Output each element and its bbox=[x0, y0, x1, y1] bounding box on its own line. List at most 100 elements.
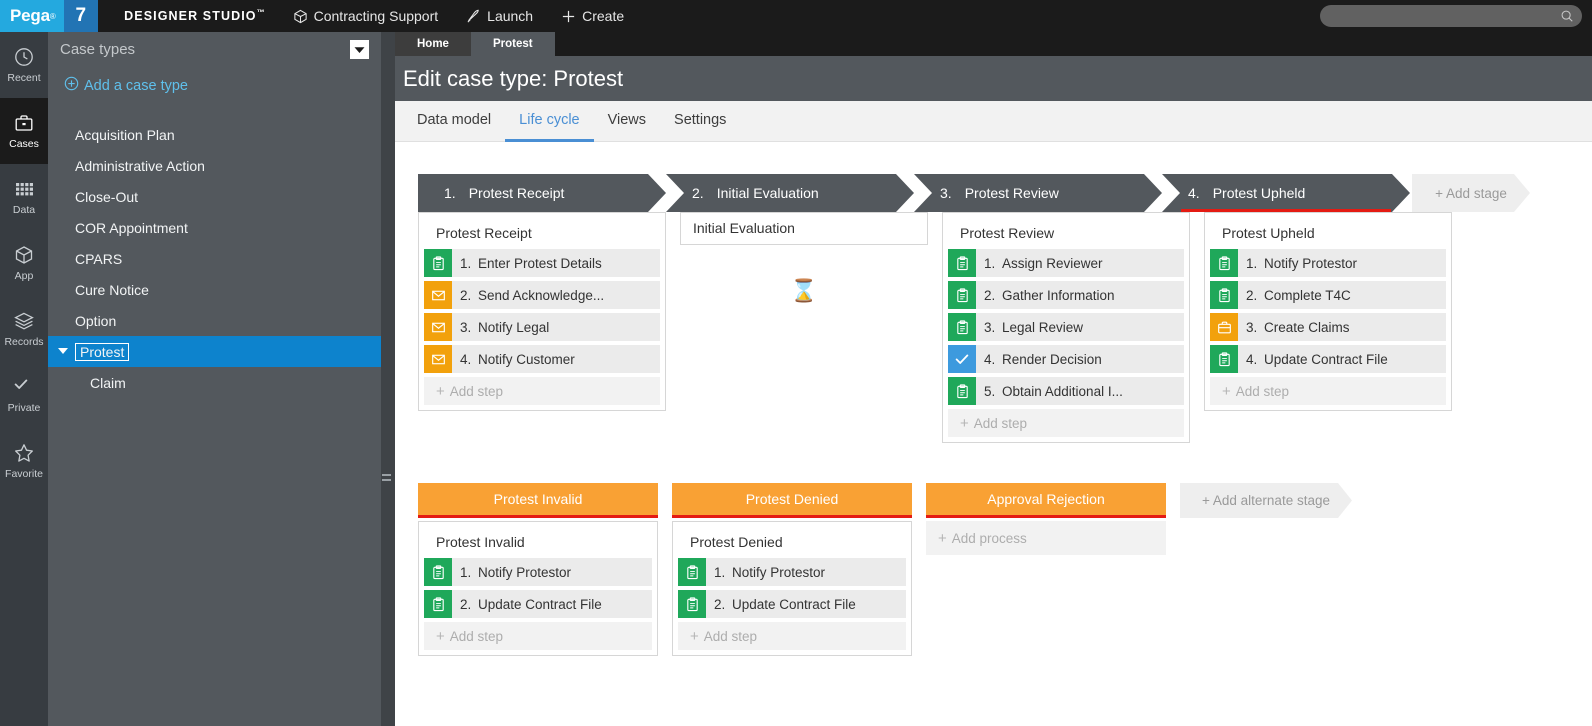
step-label: Update Contract File bbox=[478, 596, 602, 612]
panel-resize-divider[interactable] bbox=[381, 32, 395, 726]
rail-item-app[interactable]: App bbox=[0, 230, 48, 296]
chevron-down-icon[interactable] bbox=[350, 40, 369, 59]
step-row[interactable]: 1. Assign Reviewer bbox=[948, 249, 1184, 277]
clipboard-icon bbox=[424, 590, 452, 618]
window-tab-home[interactable]: Home bbox=[395, 32, 471, 56]
step-row[interactable]: 2. Send Acknowledge... bbox=[424, 281, 660, 309]
process-name: Protest Review bbox=[960, 225, 1055, 241]
step-label: Update Contract File bbox=[1264, 351, 1388, 367]
topnav-contracting-support[interactable]: Contracting Support bbox=[293, 8, 438, 24]
alternate-stage-banner[interactable]: Approval Rejection bbox=[926, 483, 1166, 518]
case-type-item[interactable]: CPARS bbox=[48, 243, 381, 274]
alternate-stage-name: Protest Invalid bbox=[493, 491, 583, 507]
plus-circle-icon bbox=[64, 76, 79, 95]
add-alternate-stage-button[interactable]: + Add alternate stage bbox=[1180, 483, 1352, 518]
stage-chevron[interactable]: 4. Protest Upheld bbox=[1162, 174, 1410, 212]
step-row[interactable]: 4. Render Decision bbox=[948, 345, 1184, 373]
stage-chevron[interactable]: 3. Protest Review bbox=[914, 174, 1162, 212]
case-types-list: Acquisition Plan Administrative Action Clo… bbox=[48, 119, 381, 398]
step-row[interactable]: 5. Obtain Additional I... bbox=[948, 377, 1184, 405]
step-label: Notify Protestor bbox=[1264, 255, 1358, 271]
rail-item-cases[interactable]: Cases bbox=[0, 98, 48, 164]
add-process-button[interactable]: + Add process bbox=[926, 521, 1166, 555]
caret-down-icon[interactable] bbox=[58, 348, 68, 354]
envelope-icon bbox=[424, 313, 452, 341]
case-types-title: Case types bbox=[60, 40, 136, 58]
check-icon bbox=[948, 345, 976, 373]
add-step-button[interactable]: + Add step bbox=[424, 377, 660, 405]
clock-icon bbox=[13, 46, 35, 68]
stage-name: Protest Review bbox=[964, 185, 1059, 201]
tab-settings[interactable]: Settings bbox=[660, 101, 740, 142]
step-row[interactable]: 1. Notify Protestor bbox=[1210, 249, 1446, 277]
add-stage-button[interactable]: + Add stage bbox=[1412, 174, 1530, 212]
tab-views[interactable]: Views bbox=[594, 101, 660, 142]
pega-logo[interactable]: Pega ® 7 bbox=[0, 0, 99, 32]
step-row[interactable]: 4. Notify Customer bbox=[424, 345, 660, 373]
case-type-item[interactable]: Administrative Action bbox=[48, 150, 381, 181]
step-row[interactable]: 3. Legal Review bbox=[948, 313, 1184, 341]
step-row[interactable]: 1. Notify Protestor bbox=[424, 558, 652, 586]
tab-life-cycle[interactable]: Life cycle bbox=[505, 101, 594, 142]
window-tab-protest[interactable]: Protest bbox=[470, 32, 555, 56]
case-type-item[interactable]: Option bbox=[48, 305, 381, 336]
case-type-item[interactable]: COR Appointment bbox=[48, 212, 381, 243]
tab-data-model[interactable]: Data model bbox=[403, 101, 505, 142]
add-step-label: Add step bbox=[973, 415, 1028, 431]
step-row[interactable]: 1. Enter Protest Details bbox=[424, 249, 660, 277]
step-row[interactable]: 2. Update Contract File bbox=[678, 590, 906, 618]
stage-number: 2. bbox=[692, 185, 704, 201]
case-type-item[interactable]: Close-Out bbox=[48, 181, 381, 212]
cube-icon bbox=[293, 9, 308, 24]
rail-item-data[interactable]: Data bbox=[0, 164, 48, 230]
stage-chevron[interactable]: 1. Protest Receipt bbox=[418, 174, 666, 212]
rail-item-favorite[interactable]: Favorite bbox=[0, 428, 48, 494]
clipboard-icon bbox=[678, 590, 706, 618]
step-row[interactable]: 2. Update Contract File bbox=[424, 590, 652, 618]
step-label: Notify Customer bbox=[478, 351, 575, 367]
alternate-stage-header: Protest Denied bbox=[672, 483, 912, 518]
add-step-button[interactable]: + Add step bbox=[678, 622, 906, 650]
case-type-item[interactable]: Acquisition Plan bbox=[48, 119, 381, 150]
step-label: Legal Review bbox=[1002, 319, 1084, 335]
rail-item-recent[interactable]: Recent bbox=[0, 32, 48, 98]
rail-item-records[interactable]: Records bbox=[0, 296, 48, 362]
briefcase-icon bbox=[1210, 313, 1238, 341]
add-step-button[interactable]: + Add step bbox=[1210, 377, 1446, 405]
step-number: 1. bbox=[1246, 255, 1258, 271]
stage-number: 1. bbox=[444, 185, 456, 201]
case-type-item[interactable]: Protest bbox=[48, 336, 381, 367]
rail-item-private[interactable]: Private bbox=[0, 362, 48, 428]
stage-header: 3. Protest Review bbox=[914, 174, 1162, 212]
step-label: Complete T4C bbox=[1264, 287, 1351, 303]
alternate-stage-banner[interactable]: Protest Invalid bbox=[418, 483, 658, 518]
rail-item-label: Favorite bbox=[5, 468, 43, 480]
alternate-stage-banner[interactable]: Protest Denied bbox=[672, 483, 912, 518]
step-row[interactable]: 2. Gather Information bbox=[948, 281, 1184, 309]
add-case-type-button[interactable]: Add a case type bbox=[48, 66, 381, 95]
briefcase-icon bbox=[13, 112, 35, 134]
stage-process-column: Protest Upheld 1. Notify Protestor 2. Comple… bbox=[1204, 212, 1452, 443]
studio-name: DESIGNER STUDIO™ bbox=[124, 8, 265, 23]
topnav-launch[interactable]: Launch bbox=[466, 8, 533, 24]
step-row[interactable]: 3. Notify Legal bbox=[424, 313, 660, 341]
add-step-button[interactable]: + Add step bbox=[424, 622, 652, 650]
rail-item-label: Records bbox=[4, 336, 44, 348]
case-type-item[interactable]: Claim bbox=[48, 367, 381, 398]
add-step-button[interactable]: + Add step bbox=[948, 409, 1184, 437]
step-row[interactable]: 4. Update Contract File bbox=[1210, 345, 1446, 373]
panel-resize-grip[interactable] bbox=[382, 474, 391, 485]
step-row[interactable]: 1. Notify Protestor bbox=[678, 558, 906, 586]
step-number: 4. bbox=[1246, 351, 1258, 367]
step-row[interactable]: 3. Create Claims bbox=[1210, 313, 1446, 341]
topnav-create[interactable]: Create bbox=[561, 8, 624, 24]
case-type-item[interactable]: Cure Notice bbox=[48, 274, 381, 305]
trademark-mark: ™ bbox=[256, 8, 265, 18]
process-card: Protest Denied 1. Notify Protestor 2. Update… bbox=[672, 521, 912, 656]
add-step-label: Add step bbox=[1235, 383, 1290, 399]
search-input[interactable] bbox=[1320, 5, 1582, 27]
alternate-stage-name: Protest Denied bbox=[745, 491, 839, 507]
plus-icon: + bbox=[436, 382, 445, 400]
step-row[interactable]: 2. Complete T4C bbox=[1210, 281, 1446, 309]
stage-chevron[interactable]: 2. Initial Evaluation bbox=[666, 174, 914, 212]
